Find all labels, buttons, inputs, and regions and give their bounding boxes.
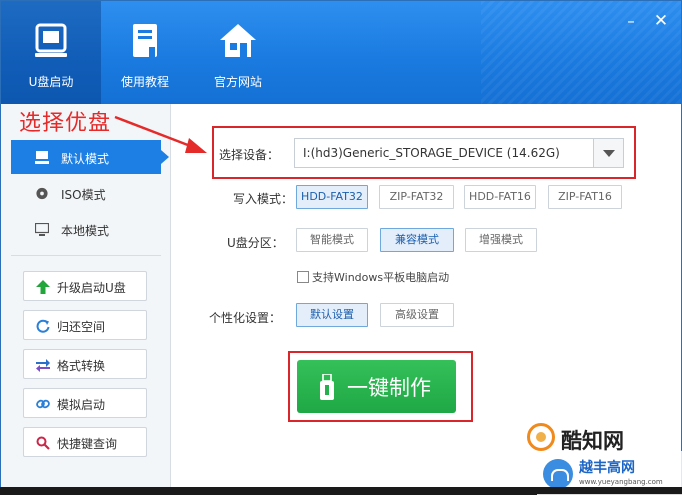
nav-official-site[interactable]: 官方网站 bbox=[189, 1, 287, 104]
mode-local[interactable]: 本地模式 bbox=[11, 212, 161, 246]
write-mode-zip-fat16[interactable]: ZIP-FAT16 bbox=[548, 185, 622, 209]
mode-local-label: 本地模式 bbox=[61, 224, 110, 238]
nav-usb-boot[interactable]: U盘启动 bbox=[1, 1, 101, 104]
mode-iso[interactable]: ISO模式 bbox=[11, 176, 161, 210]
annotation-arrow bbox=[114, 115, 207, 153]
partition-label: U盘分区： bbox=[227, 236, 284, 250]
device-label: 选择设备： bbox=[219, 148, 280, 162]
search-icon bbox=[36, 436, 50, 450]
watermark-kuzhi: 酷知网 bbox=[527, 421, 682, 455]
hotkey-lookup-label: 快捷键查询 bbox=[57, 437, 118, 451]
upgrade-boot-usb-button[interactable]: 升级启动U盘 bbox=[23, 271, 147, 301]
monitor-icon bbox=[35, 223, 49, 236]
refresh-icon bbox=[36, 319, 50, 333]
device-select-value: I:(hd3)Generic_STORAGE_DEVICE (14.62G) bbox=[303, 146, 560, 160]
bottom-edge bbox=[0, 487, 682, 494]
link-icon bbox=[36, 399, 50, 409]
mode-iso-label: ISO模式 bbox=[61, 188, 106, 202]
app-window: U盘启动 使用教程 官方网站 – ✕ 默认模式 ISO模式 本地模式 升级启动U… bbox=[0, 0, 682, 495]
default-settings-button[interactable]: 默认设置 bbox=[296, 303, 368, 327]
partition-enhanced-mode[interactable]: 增强模式 bbox=[465, 228, 537, 252]
watermark-site-url: www.yueyangbang.com bbox=[579, 478, 663, 486]
hotkey-lookup-button[interactable]: 快捷键查询 bbox=[23, 427, 147, 457]
kuzhi-logo-icon bbox=[527, 423, 555, 451]
simulate-boot-button[interactable]: 模拟启动 bbox=[23, 388, 147, 418]
restore-space-label: 归还空间 bbox=[57, 320, 106, 334]
book-icon bbox=[133, 24, 157, 57]
sidebar-divider bbox=[11, 255, 161, 256]
usb-stick-icon bbox=[320, 374, 334, 400]
format-convert-label: 格式转换 bbox=[57, 359, 106, 373]
close-button[interactable]: ✕ bbox=[653, 13, 669, 30]
write-mode-zip-fat32[interactable]: ZIP-FAT32 bbox=[379, 185, 454, 209]
minimize-button[interactable]: – bbox=[623, 13, 639, 29]
nav-official-site-label: 官方网站 bbox=[213, 75, 262, 89]
arrow-up-icon bbox=[36, 280, 50, 294]
partition-compatible-mode[interactable]: 兼容模式 bbox=[380, 228, 454, 252]
mode-default-label: 默认模式 bbox=[61, 152, 110, 166]
swap-icon bbox=[36, 359, 50, 372]
write-mode-hdd-fat32[interactable]: HDD-FAT32 bbox=[296, 185, 368, 209]
windows-tablet-checkbox[interactable]: 支持Windows平板电脑启动 bbox=[297, 269, 449, 285]
partition-smart-mode[interactable]: 智能模式 bbox=[296, 228, 368, 252]
one-click-make-label: 一键制作 bbox=[347, 376, 431, 400]
chevron-down-icon[interactable] bbox=[593, 139, 623, 167]
top-navigation-bar: U盘启动 使用教程 官方网站 – ✕ bbox=[1, 1, 681, 104]
computer-icon bbox=[35, 151, 49, 164]
windows-tablet-checkbox-label: 支持Windows平板电脑启动 bbox=[312, 271, 450, 284]
checkbox-box[interactable] bbox=[297, 271, 309, 283]
home-icon bbox=[220, 24, 256, 57]
write-mode-hdd-fat16[interactable]: HDD-FAT16 bbox=[464, 185, 536, 209]
watermark-site-text: 越丰高网 bbox=[579, 460, 635, 476]
wifi-logo-icon bbox=[543, 459, 573, 489]
annotation-text: 选择优盘 bbox=[19, 111, 112, 136]
one-click-make-button[interactable]: 一键制作 bbox=[297, 360, 456, 413]
nav-tutorial-label: 使用教程 bbox=[120, 75, 169, 89]
nav-usb-boot-label: U盘启动 bbox=[28, 75, 74, 89]
disc-icon bbox=[36, 187, 48, 200]
advanced-settings-button[interactable]: 高级设置 bbox=[380, 303, 454, 327]
simulate-boot-label: 模拟启动 bbox=[57, 398, 106, 412]
write-mode-label: 写入模式： bbox=[233, 192, 294, 206]
upgrade-boot-usb-label: 升级启动U盘 bbox=[57, 281, 126, 295]
personalization-label: 个性化设置： bbox=[209, 311, 282, 325]
nav-tutorial[interactable]: 使用教程 bbox=[101, 1, 189, 104]
format-convert-button[interactable]: 格式转换 bbox=[23, 349, 147, 379]
device-select[interactable]: I:(hd3)Generic_STORAGE_DEVICE (14.62G) bbox=[294, 138, 624, 168]
usb-drive-icon bbox=[35, 23, 67, 57]
restore-space-button[interactable]: 归还空间 bbox=[23, 310, 147, 340]
